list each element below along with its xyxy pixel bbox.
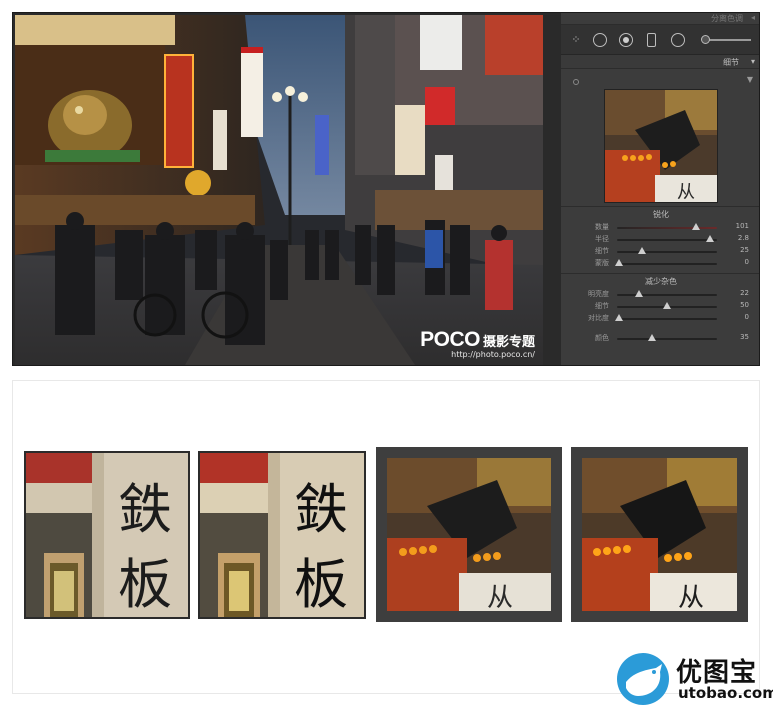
slider-label: 数量 (595, 223, 609, 231)
detail-preview-illustration: 从 (605, 90, 717, 203)
brush-slider-knob[interactable] (701, 35, 710, 44)
slider-value[interactable]: 0 (745, 258, 749, 266)
kanji-before-thumb: 鉄 板 (24, 451, 190, 619)
poco-brand: POCO (420, 328, 480, 351)
bird-logo-icon (617, 653, 669, 705)
poco-watermark: POCO 摄影专题 http://photo.poco.cn/ (420, 328, 535, 359)
detail-collapse-icon[interactable]: ▾ (751, 57, 755, 66)
lights-after-thumb: 从 (571, 447, 748, 622)
slider-track[interactable] (617, 318, 717, 320)
street-photo: POCO 摄影专题 http://photo.poco.cn/ (15, 15, 543, 365)
slider-value[interactable]: 35 (740, 333, 749, 341)
sharpen-masking-row[interactable]: 蒙版 0 (561, 257, 759, 269)
slider-track[interactable] (617, 227, 717, 229)
slider-knob[interactable] (692, 223, 700, 230)
luminance-row[interactable]: 明亮度 22 (561, 288, 759, 300)
luminance-contrast-row[interactable]: 对比度 0 (561, 312, 759, 324)
sharpen-detail-row[interactable]: 细节 25 (561, 245, 759, 257)
lights-before-thumb: 从 (376, 447, 562, 622)
kanji-bottom: 板 (118, 553, 172, 616)
slider-value[interactable]: 50 (740, 301, 749, 309)
slider-knob[interactable] (638, 247, 646, 254)
slider-label: 细节 (595, 247, 609, 255)
split-toning-header[interactable]: 分离色调 ◂ (561, 13, 759, 25)
graduated-filter-icon[interactable] (647, 33, 656, 47)
collapse-arrow-icon[interactable]: ◂ (751, 13, 755, 22)
brush-slider-track[interactable] (707, 39, 751, 41)
split-toning-title: 分离色调 (711, 14, 743, 23)
slider-knob[interactable] (615, 259, 623, 266)
slider-knob[interactable] (706, 235, 714, 242)
grid-icon[interactable]: ⁘ (569, 33, 583, 47)
slider-track[interactable] (617, 251, 717, 253)
svg-text:从: 从 (678, 583, 704, 611)
kanji-before-illustration: 鉄 板 (26, 453, 188, 617)
slider-label: 明亮度 (588, 290, 609, 298)
kanji-bottom: 板 (294, 553, 348, 616)
poco-tagline: 摄影专题 (482, 335, 535, 350)
slider-knob[interactable] (615, 314, 623, 321)
street-photo-illustration (15, 15, 543, 365)
lights-before-illustration: 从 (387, 458, 551, 611)
detail-preview-area: ▼ 从 (561, 69, 759, 207)
slider-knob[interactable] (648, 334, 656, 341)
kanji-after-thumb: 鉄 板 (198, 451, 366, 619)
svg-text:从: 从 (677, 182, 695, 203)
slider-value[interactable]: 0 (745, 313, 749, 321)
noise-reduction-group: 减少杂色 明亮度 22 细节 50 对比度 0 颜色 35 (561, 274, 759, 348)
slider-value[interactable]: 101 (736, 222, 749, 230)
slider-track[interactable] (617, 239, 717, 241)
detail-section-title: 细节 (723, 58, 739, 67)
sharpen-radius-row[interactable]: 半径 2.8 (561, 233, 759, 245)
radial-filter-icon[interactable] (671, 33, 685, 47)
develop-panel: 分离色调 ◂ ⁘ 细节 ▾ ▼ 从 锐化 数量 101 半径 2.8 细节 25… (561, 13, 759, 365)
redeye-icon[interactable] (619, 33, 633, 47)
detail-section-header[interactable]: 细节 ▾ (561, 55, 759, 69)
svg-text:从: 从 (487, 583, 513, 611)
slider-value[interactable]: 2.8 (738, 234, 749, 242)
detail-preview-image[interactable]: 从 (604, 89, 718, 203)
sharpen-amount-row[interactable]: 数量 101 (561, 221, 759, 233)
slider-label: 对比度 (588, 314, 609, 322)
slider-value[interactable]: 25 (740, 246, 749, 254)
slider-label: 蒙版 (595, 259, 609, 267)
kanji-after-illustration: 鉄 板 (200, 453, 364, 617)
slider-track[interactable] (617, 294, 717, 296)
tool-strip: ⁘ (561, 25, 759, 55)
slider-value[interactable]: 22 (740, 289, 749, 297)
slider-label: 颜色 (595, 334, 609, 342)
lights-after-illustration: 从 (582, 458, 737, 611)
spot-removal-icon[interactable] (593, 33, 607, 47)
page: POCO摄影专题 http://photo.poco.cn/ 分离色调 ◂ ⁘ (0, 0, 773, 710)
slider-track[interactable] (617, 338, 717, 340)
utobao-en-text: utobao.com (678, 684, 773, 702)
kanji-top: 鉄 (118, 478, 172, 541)
noise-reduction-title: 减少杂色 (645, 277, 677, 286)
slider-track[interactable] (617, 263, 717, 265)
slider-knob[interactable] (663, 302, 671, 309)
luminance-detail-row[interactable]: 细节 50 (561, 300, 759, 312)
slider-label: 半径 (595, 235, 609, 243)
utobao-logo: 优图宝 utobao.com (616, 652, 773, 706)
sharpening-group: 锐化 数量 101 半径 2.8 细节 25 蒙版 0 (561, 207, 759, 274)
kanji-top: 鉄 (294, 478, 348, 541)
slider-knob[interactable] (635, 290, 643, 297)
color-noise-row[interactable]: 颜色 35 (561, 332, 759, 344)
slider-label: 细节 (595, 302, 609, 310)
lightroom-screenshot: POCO摄影专题 http://photo.poco.cn/ 分离色调 ◂ ⁘ (12, 12, 760, 366)
preview-toggle-icon[interactable]: ▼ (747, 75, 753, 84)
sharpening-title: 锐化 (653, 210, 669, 219)
preview-target-icon[interactable] (573, 79, 579, 85)
